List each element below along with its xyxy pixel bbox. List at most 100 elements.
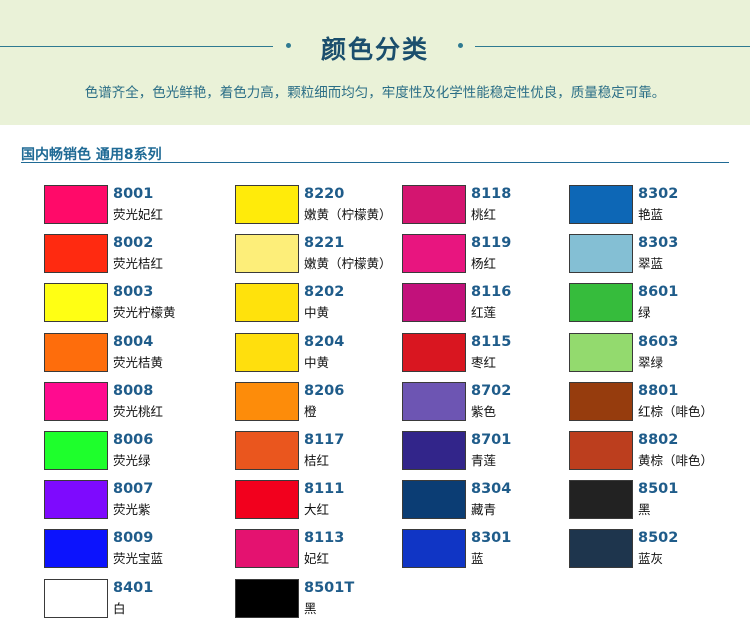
color-swatch [402,283,466,322]
color-name: 嫩黄（柠檬黄） [304,256,392,271]
color-name: 荧光紫 [113,502,151,517]
color-name: 绿 [638,305,651,320]
color-name: 杨红 [471,256,497,271]
color-code: 8303 [638,235,679,251]
page-subtitle: 色谱齐全，色光鲜艳，着色力高，颗粒细而均匀，牢度性及化学性能稳定性优良，质量稳定… [84,85,666,101]
color-code: 8007 [113,481,154,497]
color-swatch [569,185,633,224]
color-swatch [569,382,633,421]
color-swatch [402,529,466,568]
color-code: 8601 [638,284,679,300]
color-swatch [235,283,299,322]
color-swatch [44,431,108,470]
color-name: 荧光桔红 [113,256,164,271]
color-swatch [44,529,108,568]
color-code: 8115 [471,334,512,350]
color-code: 8220 [304,186,345,202]
color-code: 8401 [113,580,154,596]
color-code: 8502 [638,530,679,546]
color-code: 8302 [638,186,679,202]
color-swatch [235,185,299,224]
color-code: 8119 [471,235,512,251]
color-code: 8006 [113,432,154,448]
color-name: 枣红 [471,355,497,370]
color-name: 黑 [304,601,317,616]
color-name: 蓝 [471,551,484,566]
color-swatch [44,382,108,421]
color-code: 8801 [638,383,679,399]
color-swatch [44,579,108,618]
color-name: 青莲 [471,453,497,468]
color-swatch [44,283,108,322]
color-name: 中黄 [304,355,330,370]
color-name: 荧光绿 [113,453,151,468]
header-right-dot [458,43,463,48]
color-name: 蓝灰 [638,551,664,566]
color-code: 8117 [304,432,345,448]
color-code: 8118 [471,186,512,202]
color-name: 荧光柠檬黄 [113,305,176,320]
color-name: 藏青 [471,502,497,517]
color-name: 荧光妃红 [113,207,164,222]
section-divider [21,162,729,163]
color-code: 8003 [113,284,154,300]
color-name: 妃红 [304,551,330,566]
color-code: 8701 [471,432,512,448]
color-swatch [235,579,299,618]
section-title: 国内畅销色 通用8系列 [21,147,162,163]
color-name: 翠绿 [638,355,664,370]
color-name: 嫩黄（柠檬黄） [304,207,392,222]
header-right-line [475,46,750,47]
color-swatch [402,333,466,372]
color-swatch [569,333,633,372]
color-code: 8501T [304,580,355,596]
color-code: 8116 [471,284,512,300]
color-name: 橙 [304,404,317,419]
color-name: 荧光桔黄 [113,355,164,370]
color-code: 8202 [304,284,345,300]
color-name: 桃红 [471,207,497,222]
color-swatch [44,480,108,519]
header-banner: 颜色分类 色谱齐全，色光鲜艳，着色力高，颗粒细而均匀，牢度性及化学性能稳定性优良… [0,0,750,125]
color-name: 中黄 [304,305,330,320]
color-name: 紫色 [471,404,497,419]
color-name: 翠蓝 [638,256,664,271]
color-swatch [44,234,108,273]
color-code: 8702 [471,383,512,399]
color-swatch [569,431,633,470]
color-name: 黄棕（啡色） [638,453,714,468]
color-swatch [235,431,299,470]
color-code: 8008 [113,383,154,399]
color-swatch [402,382,466,421]
color-swatch [569,283,633,322]
color-swatch [44,185,108,224]
color-swatch [402,480,466,519]
color-name: 荧光宝蓝 [113,551,164,566]
color-code: 8204 [304,334,345,350]
color-code: 8802 [638,432,679,448]
color-code: 8304 [471,481,512,497]
page-title: 颜色分类 [320,35,429,64]
color-code: 8002 [113,235,154,251]
color-code: 8001 [113,186,154,202]
color-name: 大红 [304,502,330,517]
color-swatch [402,234,466,273]
color-swatch [402,185,466,224]
color-swatch [235,529,299,568]
color-swatch [569,234,633,273]
color-code: 8301 [471,530,512,546]
color-swatch [235,480,299,519]
color-name: 荧光桃红 [113,404,164,419]
color-name: 白 [113,601,126,616]
color-code: 8113 [304,530,345,546]
color-code: 8009 [113,530,154,546]
color-name: 红莲 [471,305,497,320]
color-swatch [569,480,633,519]
color-swatch [235,234,299,273]
color-code: 8206 [304,383,345,399]
color-swatch [569,529,633,568]
color-swatch [44,333,108,372]
color-name: 红棕（啡色） [638,404,714,419]
color-swatch [402,431,466,470]
color-code: 8603 [638,334,679,350]
